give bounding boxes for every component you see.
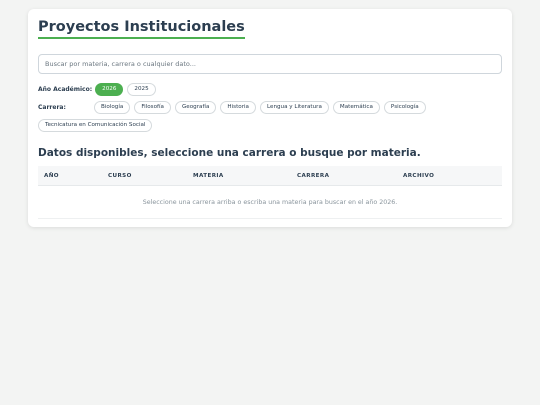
- year-filter-label: Año Académico:: [38, 86, 93, 93]
- career-chip-matematica[interactable]: Matemática: [332, 101, 380, 114]
- search-input[interactable]: [38, 54, 502, 74]
- column-header-career: CARRERA: [297, 172, 330, 179]
- results-table: AÑO CURSO MATERIA CARRERA ARCHIVO Selecc…: [38, 166, 502, 219]
- projects-card: Proyectos Institucionales Año Académico:…: [28, 9, 512, 227]
- career-chips: Biología Filosofía Geografía Historia Le…: [94, 101, 426, 114]
- year-filter: Año Académico: 2026 2025: [38, 83, 502, 96]
- career-filter-label: Carrera:: [38, 104, 66, 111]
- year-chip-2025[interactable]: 2025: [127, 83, 156, 96]
- column-header-subject: MATERIA: [193, 172, 224, 179]
- career-chip-filosofia[interactable]: Filosofía: [134, 101, 171, 114]
- page-title: Proyectos Institucionales: [38, 19, 245, 39]
- year-chips: 2026 2025: [95, 83, 156, 96]
- career-filter: Carrera: Biología Filosofía Geografía Hi…: [38, 101, 502, 114]
- column-header-course: CURSO: [108, 172, 132, 179]
- career-chip-lengua-literatura[interactable]: Lengua y Literatura: [259, 101, 329, 114]
- career-chip-historia[interactable]: Historia: [220, 101, 256, 114]
- empty-state-message: Seleccione una carrera arriba o escriba …: [38, 186, 502, 219]
- results-title: Datos disponibles, seleccione una carrer…: [38, 147, 421, 159]
- table-header: AÑO CURSO MATERIA CARRERA ARCHIVO: [38, 166, 502, 186]
- column-header-year: AÑO: [44, 172, 59, 179]
- career-chip-psicologia[interactable]: Psicología: [383, 101, 426, 114]
- year-chip-2026[interactable]: 2026: [95, 83, 124, 96]
- career-chip-comunicacion-social[interactable]: Tecnicatura en Comunicación Social: [38, 119, 153, 132]
- column-header-file: ARCHIVO: [403, 172, 435, 179]
- career-chip-geografia[interactable]: Geografía: [174, 101, 217, 114]
- career-chip-biologia[interactable]: Biología: [94, 101, 131, 114]
